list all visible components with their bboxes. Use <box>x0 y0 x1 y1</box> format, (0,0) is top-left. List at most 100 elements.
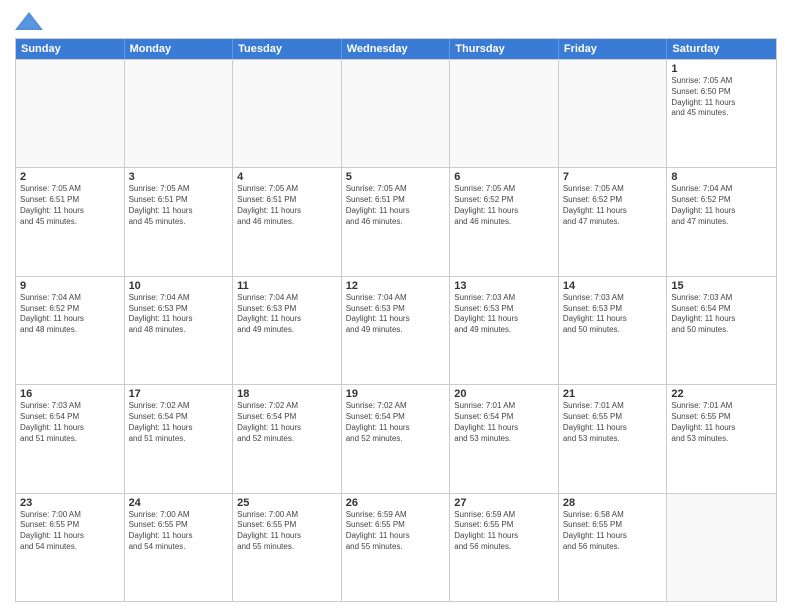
cal-cell-1-6 <box>559 60 668 167</box>
day-number: 8 <box>671 171 772 183</box>
cal-cell-3-4: 12Sunrise: 7:04 AM Sunset: 6:53 PM Dayli… <box>342 277 451 384</box>
cal-cell-4-1: 16Sunrise: 7:03 AM Sunset: 6:54 PM Dayli… <box>16 385 125 492</box>
weekday-header-saturday: Saturday <box>667 39 776 59</box>
cal-cell-2-2: 3Sunrise: 7:05 AM Sunset: 6:51 PM Daylig… <box>125 168 234 275</box>
cal-cell-5-7 <box>667 494 776 601</box>
day-number: 13 <box>454 280 554 292</box>
day-number: 2 <box>20 171 120 183</box>
weekday-header-thursday: Thursday <box>450 39 559 59</box>
day-info: Sunrise: 7:03 AM Sunset: 6:53 PM Dayligh… <box>563 293 663 336</box>
cal-cell-2-3: 4Sunrise: 7:05 AM Sunset: 6:51 PM Daylig… <box>233 168 342 275</box>
day-info: Sunrise: 7:00 AM Sunset: 6:55 PM Dayligh… <box>237 510 337 553</box>
calendar-row-4: 16Sunrise: 7:03 AM Sunset: 6:54 PM Dayli… <box>16 384 776 492</box>
day-info: Sunrise: 7:04 AM Sunset: 6:52 PM Dayligh… <box>20 293 120 336</box>
calendar-row-1: 1Sunrise: 7:05 AM Sunset: 6:50 PM Daylig… <box>16 59 776 167</box>
day-number: 23 <box>20 497 120 509</box>
cal-cell-1-3 <box>233 60 342 167</box>
day-number: 3 <box>129 171 229 183</box>
day-number: 12 <box>346 280 446 292</box>
day-info: Sunrise: 7:05 AM Sunset: 6:52 PM Dayligh… <box>454 184 554 227</box>
cal-cell-1-1 <box>16 60 125 167</box>
cal-cell-4-4: 19Sunrise: 7:02 AM Sunset: 6:54 PM Dayli… <box>342 385 451 492</box>
weekday-header-wednesday: Wednesday <box>342 39 451 59</box>
day-info: Sunrise: 7:04 AM Sunset: 6:52 PM Dayligh… <box>671 184 772 227</box>
cal-cell-2-7: 8Sunrise: 7:04 AM Sunset: 6:52 PM Daylig… <box>667 168 776 275</box>
cal-cell-1-2 <box>125 60 234 167</box>
cal-cell-3-6: 14Sunrise: 7:03 AM Sunset: 6:53 PM Dayli… <box>559 277 668 384</box>
cal-cell-4-3: 18Sunrise: 7:02 AM Sunset: 6:54 PM Dayli… <box>233 385 342 492</box>
calendar: SundayMondayTuesdayWednesdayThursdayFrid… <box>15 38 777 602</box>
day-info: Sunrise: 7:05 AM Sunset: 6:51 PM Dayligh… <box>129 184 229 227</box>
cal-cell-2-1: 2Sunrise: 7:05 AM Sunset: 6:51 PM Daylig… <box>16 168 125 275</box>
day-info: Sunrise: 7:02 AM Sunset: 6:54 PM Dayligh… <box>237 401 337 444</box>
calendar-row-3: 9Sunrise: 7:04 AM Sunset: 6:52 PM Daylig… <box>16 276 776 384</box>
day-number: 5 <box>346 171 446 183</box>
day-number: 25 <box>237 497 337 509</box>
day-number: 4 <box>237 171 337 183</box>
day-info: Sunrise: 7:01 AM Sunset: 6:55 PM Dayligh… <box>671 401 772 444</box>
cal-cell-4-2: 17Sunrise: 7:02 AM Sunset: 6:54 PM Dayli… <box>125 385 234 492</box>
day-info: Sunrise: 7:05 AM Sunset: 6:52 PM Dayligh… <box>563 184 663 227</box>
day-number: 10 <box>129 280 229 292</box>
cal-cell-5-3: 25Sunrise: 7:00 AM Sunset: 6:55 PM Dayli… <box>233 494 342 601</box>
day-info: Sunrise: 6:58 AM Sunset: 6:55 PM Dayligh… <box>563 510 663 553</box>
day-number: 26 <box>346 497 446 509</box>
cal-cell-5-6: 28Sunrise: 6:58 AM Sunset: 6:55 PM Dayli… <box>559 494 668 601</box>
day-number: 21 <box>563 388 663 400</box>
day-info: Sunrise: 7:03 AM Sunset: 6:53 PM Dayligh… <box>454 293 554 336</box>
cal-cell-3-5: 13Sunrise: 7:03 AM Sunset: 6:53 PM Dayli… <box>450 277 559 384</box>
cal-cell-5-5: 27Sunrise: 6:59 AM Sunset: 6:55 PM Dayli… <box>450 494 559 601</box>
day-info: Sunrise: 7:01 AM Sunset: 6:54 PM Dayligh… <box>454 401 554 444</box>
day-info: Sunrise: 6:59 AM Sunset: 6:55 PM Dayligh… <box>346 510 446 553</box>
cal-cell-2-5: 6Sunrise: 7:05 AM Sunset: 6:52 PM Daylig… <box>450 168 559 275</box>
day-info: Sunrise: 7:04 AM Sunset: 6:53 PM Dayligh… <box>346 293 446 336</box>
day-number: 27 <box>454 497 554 509</box>
weekday-header-friday: Friday <box>559 39 668 59</box>
calendar-body: 1Sunrise: 7:05 AM Sunset: 6:50 PM Daylig… <box>16 59 776 601</box>
day-number: 28 <box>563 497 663 509</box>
day-info: Sunrise: 7:05 AM Sunset: 6:51 PM Dayligh… <box>237 184 337 227</box>
logo-icon <box>15 10 43 32</box>
day-info: Sunrise: 7:05 AM Sunset: 6:51 PM Dayligh… <box>346 184 446 227</box>
day-number: 18 <box>237 388 337 400</box>
day-info: Sunrise: 7:03 AM Sunset: 6:54 PM Dayligh… <box>671 293 772 336</box>
day-info: Sunrise: 7:05 AM Sunset: 6:51 PM Dayligh… <box>20 184 120 227</box>
day-number: 1 <box>671 63 772 75</box>
cal-cell-4-6: 21Sunrise: 7:01 AM Sunset: 6:55 PM Dayli… <box>559 385 668 492</box>
cal-cell-3-3: 11Sunrise: 7:04 AM Sunset: 6:53 PM Dayli… <box>233 277 342 384</box>
day-number: 11 <box>237 280 337 292</box>
day-info: Sunrise: 7:00 AM Sunset: 6:55 PM Dayligh… <box>129 510 229 553</box>
day-number: 7 <box>563 171 663 183</box>
cal-cell-5-4: 26Sunrise: 6:59 AM Sunset: 6:55 PM Dayli… <box>342 494 451 601</box>
cal-cell-5-1: 23Sunrise: 7:00 AM Sunset: 6:55 PM Dayli… <box>16 494 125 601</box>
cal-cell-2-6: 7Sunrise: 7:05 AM Sunset: 6:52 PM Daylig… <box>559 168 668 275</box>
day-number: 17 <box>129 388 229 400</box>
day-info: Sunrise: 7:00 AM Sunset: 6:55 PM Dayligh… <box>20 510 120 553</box>
weekday-header-tuesday: Tuesday <box>233 39 342 59</box>
day-number: 14 <box>563 280 663 292</box>
day-number: 24 <box>129 497 229 509</box>
cal-cell-3-7: 15Sunrise: 7:03 AM Sunset: 6:54 PM Dayli… <box>667 277 776 384</box>
calendar-row-5: 23Sunrise: 7:00 AM Sunset: 6:55 PM Dayli… <box>16 493 776 601</box>
cal-cell-1-5 <box>450 60 559 167</box>
cal-cell-4-5: 20Sunrise: 7:01 AM Sunset: 6:54 PM Dayli… <box>450 385 559 492</box>
day-info: Sunrise: 7:02 AM Sunset: 6:54 PM Dayligh… <box>346 401 446 444</box>
day-number: 9 <box>20 280 120 292</box>
day-number: 6 <box>454 171 554 183</box>
day-info: Sunrise: 7:01 AM Sunset: 6:55 PM Dayligh… <box>563 401 663 444</box>
weekday-header-monday: Monday <box>125 39 234 59</box>
day-info: Sunrise: 7:03 AM Sunset: 6:54 PM Dayligh… <box>20 401 120 444</box>
cal-cell-3-2: 10Sunrise: 7:04 AM Sunset: 6:53 PM Dayli… <box>125 277 234 384</box>
page: SundayMondayTuesdayWednesdayThursdayFrid… <box>0 0 792 612</box>
header <box>15 10 777 32</box>
day-number: 22 <box>671 388 772 400</box>
logo <box>15 10 47 32</box>
day-info: Sunrise: 7:05 AM Sunset: 6:50 PM Dayligh… <box>671 76 772 119</box>
day-number: 20 <box>454 388 554 400</box>
day-info: Sunrise: 7:02 AM Sunset: 6:54 PM Dayligh… <box>129 401 229 444</box>
calendar-row-2: 2Sunrise: 7:05 AM Sunset: 6:51 PM Daylig… <box>16 167 776 275</box>
day-info: Sunrise: 7:04 AM Sunset: 6:53 PM Dayligh… <box>237 293 337 336</box>
day-number: 15 <box>671 280 772 292</box>
day-info: Sunrise: 6:59 AM Sunset: 6:55 PM Dayligh… <box>454 510 554 553</box>
day-number: 16 <box>20 388 120 400</box>
